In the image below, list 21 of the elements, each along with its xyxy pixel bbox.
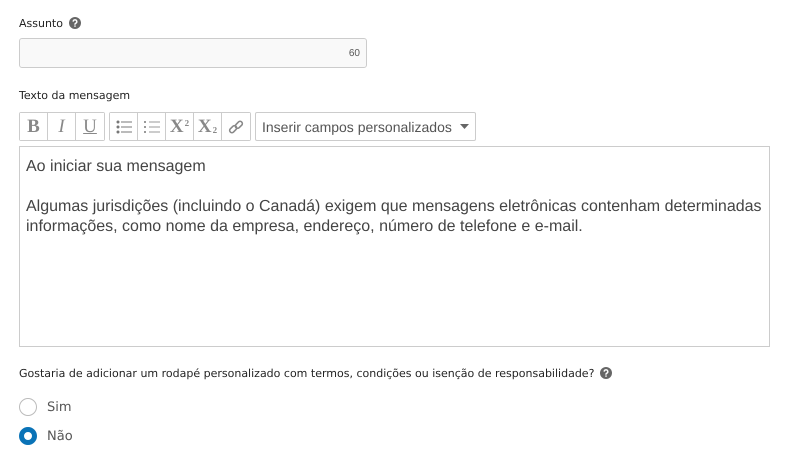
radio-button[interactable] xyxy=(19,398,37,416)
field-label: Assunto xyxy=(19,16,63,30)
radio-label: Sim xyxy=(47,400,72,414)
character-counter: 60 xyxy=(348,48,360,58)
bulleted-list-icon xyxy=(116,120,132,134)
bold-button[interactable]: B xyxy=(20,113,48,140)
numbered-list-icon xyxy=(144,120,160,134)
help-icon[interactable] xyxy=(600,367,612,379)
radio-label: Não xyxy=(47,428,73,444)
help-icon[interactable] xyxy=(68,17,81,29)
message-paragraph: Algumas jurisdições (incluindo o Canadá) exigem que mensagens eletrônicas contenham determinadas informações, como nome da empresa, endereço, número de telefone e e-mail. xyxy=(26,197,763,237)
field-label: Texto da mensagem xyxy=(19,88,130,102)
bulleted-list-button[interactable] xyxy=(110,113,138,140)
message-paragraph: Ao iniciar sua mensagem xyxy=(26,157,207,177)
custom-fields-dropdown[interactable]: Inserir campos personalizados xyxy=(255,112,476,141)
radio-button[interactable] xyxy=(19,427,37,445)
message-editor[interactable]: Ao iniciar sua mensagem Algumas jurisdições (incluindo o Canadá) exigem que mensagens eletrônicas contenham determinadas informações, como nome da empresa, endereço, número de telefone e e-mail. xyxy=(19,146,770,347)
link-icon xyxy=(228,118,244,134)
caret-icon xyxy=(460,124,469,129)
question-label: Gostaria de adicionar um rodapé personalizado com termos, condições ou isenção de responsabilidade? xyxy=(19,366,594,380)
subject-field[interactable]: 60 xyxy=(19,38,367,68)
